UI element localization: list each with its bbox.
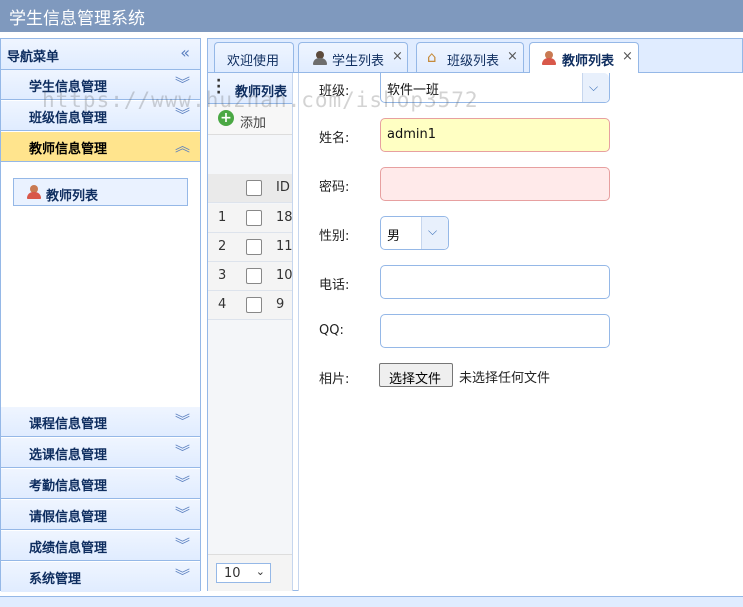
password-label: 密码:	[319, 180, 350, 195]
teacher-datagrid: · · · 教师列表 + 添加 ID 1 18 2 11 3 10 4 9 10…	[208, 73, 293, 591]
nav-item-course[interactable]: 课程信息管理 ︾	[1, 407, 200, 437]
chevron-double-down-icon: ︾	[174, 505, 190, 523]
nav-title: 导航菜单	[7, 50, 60, 65]
file-status-text: 未选择任何文件	[459, 371, 551, 386]
datagrid-pager: 10 ⌄	[208, 554, 292, 591]
sidebar-item-teacher-list[interactable]: 教师列表	[13, 178, 188, 206]
nav-item-label: 成绩信息管理	[29, 541, 108, 556]
name-field[interactable]: admin1	[380, 118, 610, 152]
tab-bar: 欢迎使用 学生列表 × ⌂ 班级列表 × 教师列表 ×	[208, 39, 742, 73]
nav-teacher-body: 教师列表	[1, 163, 200, 407]
tab-label: 欢迎使用	[227, 54, 280, 69]
nav-item-teacher[interactable]: 教师信息管理 ︽	[1, 132, 200, 162]
nav-item-attendance[interactable]: 考勤信息管理 ︾	[1, 469, 200, 499]
teacher-edit-form: 班级: 软件一班 ⌵ 姓名: admin1 密码: 性别: 男 ⌵ 电话: QQ…	[298, 73, 743, 591]
row-id: 11	[276, 239, 293, 254]
row-number: 4	[218, 297, 227, 312]
close-icon[interactable]: ×	[622, 49, 633, 64]
page-size-value: 10	[224, 566, 241, 581]
chevron-down-icon: ⌵	[428, 224, 438, 238]
qq-label: QQ:	[319, 323, 344, 338]
gender-select-value: 男	[387, 229, 401, 244]
tab-label: 学生列表	[332, 54, 385, 69]
row-id: 9	[276, 297, 285, 312]
phone-field[interactable]	[380, 265, 610, 299]
gender-select-dropdown[interactable]: ⌵	[421, 217, 448, 249]
chevron-double-down-icon: ︾	[174, 567, 190, 585]
nav-item-label: 系统管理	[29, 572, 82, 587]
nav-item-label: 考勤信息管理	[29, 479, 108, 494]
choose-file-label: 选择文件	[389, 372, 442, 387]
nav-item-leave[interactable]: 请假信息管理 ︾	[1, 500, 200, 530]
name-field-value: admin1	[387, 127, 437, 142]
house-icon: ⌂	[427, 48, 437, 66]
table-row[interactable]: 4 9	[208, 291, 292, 320]
row-number: 3	[218, 268, 227, 283]
select-all-checkbox[interactable]	[246, 180, 262, 196]
gender-select[interactable]: 男 ⌵	[380, 216, 449, 250]
nav-header: 导航菜单 «	[1, 39, 200, 70]
add-icon[interactable]: +	[218, 110, 234, 126]
gender-label: 性别:	[319, 229, 350, 244]
teacher-icon	[542, 51, 556, 65]
add-button[interactable]: 添加	[240, 112, 266, 131]
app-title: 学生信息管理系统	[9, 9, 145, 29]
close-icon[interactable]: ×	[507, 49, 518, 64]
teacher-icon	[27, 185, 41, 199]
student-icon	[313, 51, 327, 65]
tab-label: 教师列表	[562, 54, 615, 69]
close-icon[interactable]: ×	[392, 49, 403, 64]
row-id: 10	[276, 268, 293, 283]
main-panel: 欢迎使用 学生列表 × ⌂ 班级列表 × 教师列表 × · · · 教师列表 + 添…	[207, 38, 743, 591]
chevron-double-down-icon: ︾	[174, 536, 190, 554]
password-field[interactable]	[380, 167, 610, 201]
column-header-id[interactable]: ID	[276, 180, 290, 195]
phone-label: 电话:	[319, 278, 350, 293]
datagrid-column-header: ID	[208, 174, 292, 203]
nav-item-elective[interactable]: 选课信息管理 ︾	[1, 438, 200, 468]
row-checkbox[interactable]	[246, 210, 262, 226]
table-row[interactable]: 1 18	[208, 204, 293, 233]
table-row[interactable]: 3 10	[208, 262, 293, 291]
chevron-double-down-icon: ︾	[174, 412, 190, 430]
table-row[interactable]: 2 11	[208, 233, 293, 262]
nav-item-grades[interactable]: 成绩信息管理 ︾	[1, 531, 200, 561]
title-bar: 学生信息管理系统	[0, 0, 743, 32]
nav-panel: 导航菜单 « 学生信息管理 ︾ 班级信息管理 ︾ 教师信息管理 ︽ 教师列表 课…	[0, 38, 201, 592]
row-number: 2	[218, 239, 227, 254]
row-number: 1	[218, 210, 227, 225]
qq-field[interactable]	[380, 314, 610, 348]
choose-file-button[interactable]: 选择文件	[379, 363, 453, 387]
name-label: 姓名:	[319, 131, 350, 146]
status-bar	[0, 596, 743, 607]
chevron-double-up-icon: ︽	[174, 137, 190, 155]
chevron-down-icon: ⌄	[255, 565, 265, 578]
collapse-left-icon[interactable]: «	[180, 43, 190, 62]
sidebar-item-label: 教师列表	[46, 189, 99, 204]
row-checkbox[interactable]	[246, 239, 262, 255]
page-size-select[interactable]: 10 ⌄	[216, 563, 271, 583]
nav-item-label: 课程信息管理	[29, 417, 108, 432]
class-select-dropdown[interactable]: ⌵	[582, 73, 609, 102]
nav-item-system[interactable]: 系统管理 ︾	[1, 562, 200, 592]
nav-item-label: 教师信息管理	[29, 142, 108, 157]
chevron-down-icon: ⌵	[589, 80, 599, 94]
nav-item-label: 选课信息管理	[29, 448, 108, 463]
tab-class-list[interactable]: ⌂ 班级列表 ×	[416, 42, 524, 72]
photo-label: 相片:	[319, 372, 350, 387]
tab-welcome[interactable]: 欢迎使用	[214, 42, 294, 72]
chevron-double-down-icon: ︾	[174, 474, 190, 492]
row-checkbox[interactable]	[246, 297, 262, 313]
nav-item-label: 请假信息管理	[29, 510, 108, 525]
row-id: 18	[276, 210, 293, 225]
tab-label: 班级列表	[447, 54, 500, 69]
chevron-double-down-icon: ︾	[174, 443, 190, 461]
watermark-text: https://www.huzhan.com/ishop3572	[42, 88, 479, 112]
row-checkbox[interactable]	[246, 268, 262, 284]
tab-student-list[interactable]: 学生列表 ×	[298, 42, 408, 72]
tab-teacher-list[interactable]: 教师列表 ×	[529, 42, 639, 73]
